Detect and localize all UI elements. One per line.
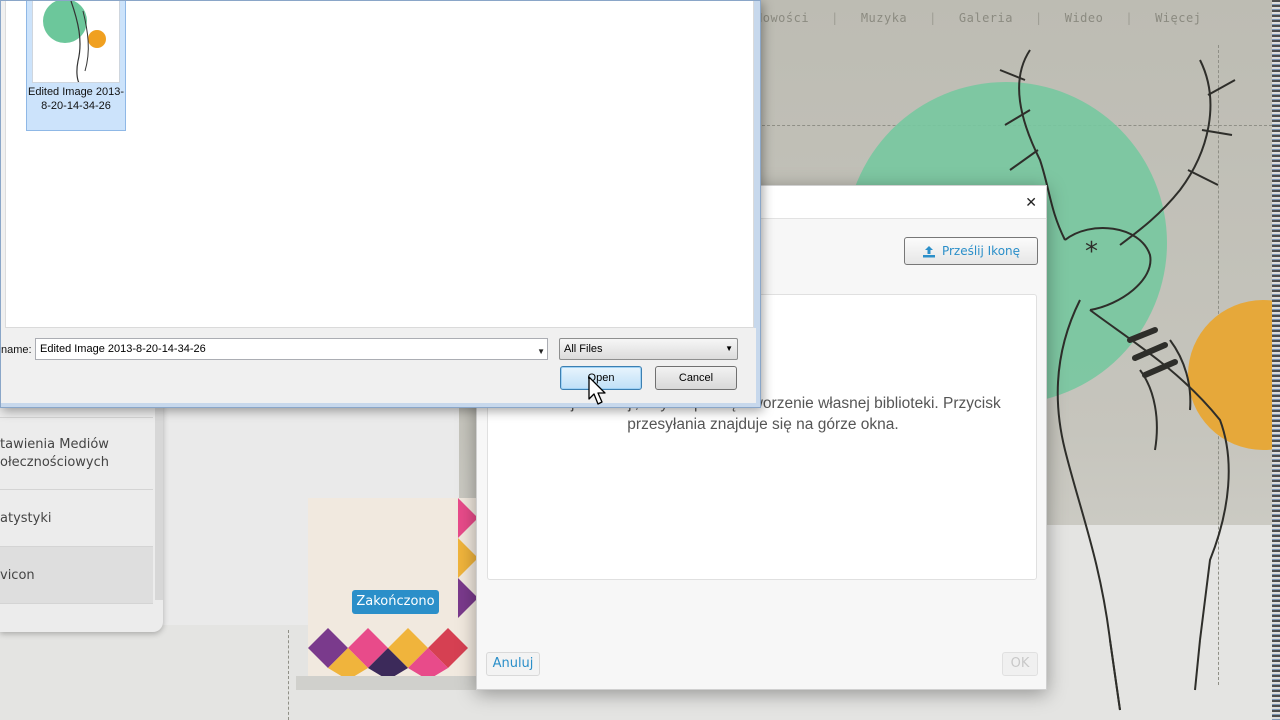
file-open-dialog: Edited Image 2013-8-20-14-34-26 name: Ed… xyxy=(0,0,761,408)
nav-item-news[interactable]: Nowości xyxy=(755,11,809,25)
geometric-pattern-image xyxy=(308,498,478,680)
filename-input[interactable]: Edited Image 2013-8-20-14-34-26 ▼ xyxy=(35,338,548,360)
cancel-button[interactable]: Cancel xyxy=(655,366,737,390)
chevron-down-icon[interactable]: ▼ xyxy=(537,342,545,362)
thumbnail-strip xyxy=(296,676,476,690)
upload-icon xyxy=(922,245,935,257)
ok-button[interactable]: OK xyxy=(1002,652,1038,676)
dashed-guide xyxy=(288,630,289,720)
sidebar-item-label: atystyki xyxy=(0,511,52,526)
filename-label: name: xyxy=(1,344,32,356)
file-thumbnail xyxy=(32,1,120,83)
nav-item-more[interactable]: Więcej xyxy=(1155,11,1201,25)
sidebar-item-label: vicon xyxy=(0,568,35,583)
svg-text:*: * xyxy=(1085,237,1098,267)
settings-sidebar: tawienia Mediów ołecznościowych atystyki… xyxy=(0,400,163,632)
sidebar-scrollbar[interactable] xyxy=(155,400,163,600)
file-list-view[interactable]: Edited Image 2013-8-20-14-34-26 xyxy=(6,1,754,328)
file-tile-label: Edited Image 2013-8-20-14-34-26 xyxy=(27,86,124,112)
cancel-button[interactable]: Anuluj xyxy=(486,652,540,676)
upload-icon-button-label: Prześlij Ikonę xyxy=(941,244,1021,258)
site-nav: Nowości | Muzyka | Galeria | Wideo | Wię… xyxy=(755,11,1201,25)
nav-separator: | xyxy=(1125,11,1134,25)
upload-icon-button[interactable]: Prześlij Ikonę xyxy=(904,237,1038,265)
file-type-value: All Files xyxy=(564,343,603,355)
image-thumbnail xyxy=(33,1,119,82)
navigation-pane-edge xyxy=(1,1,6,328)
done-button[interactable]: Zakończono xyxy=(352,590,439,614)
sidebar-item-label: tawienia Mediów ołecznościowych xyxy=(0,437,110,470)
file-tile-selected[interactable]: Edited Image 2013-8-20-14-34-26 xyxy=(26,1,126,131)
nav-item-gallery[interactable]: Galeria xyxy=(959,11,1013,25)
page-scrollbar[interactable] xyxy=(1272,0,1280,720)
close-icon[interactable]: ✕ xyxy=(1025,195,1037,211)
filename-value: Edited Image 2013-8-20-14-34-26 xyxy=(40,343,206,355)
nav-item-video[interactable]: Wideo xyxy=(1065,11,1104,25)
sidebar-item-statistics[interactable]: atystyki xyxy=(0,490,153,547)
file-type-select[interactable]: All Files ▼ xyxy=(559,338,738,360)
nav-separator: | xyxy=(831,11,839,25)
nav-separator: | xyxy=(929,11,937,25)
nav-item-music[interactable]: Muzyka xyxy=(861,11,907,25)
sidebar-item-social-media-settings[interactable]: tawienia Mediów ołecznościowych xyxy=(0,418,153,490)
chevron-down-icon: ▼ xyxy=(725,344,733,353)
nav-separator: | xyxy=(1034,11,1043,25)
sidebar-item-favicon[interactable]: vicon xyxy=(0,547,153,604)
mouse-cursor-icon xyxy=(588,376,606,405)
